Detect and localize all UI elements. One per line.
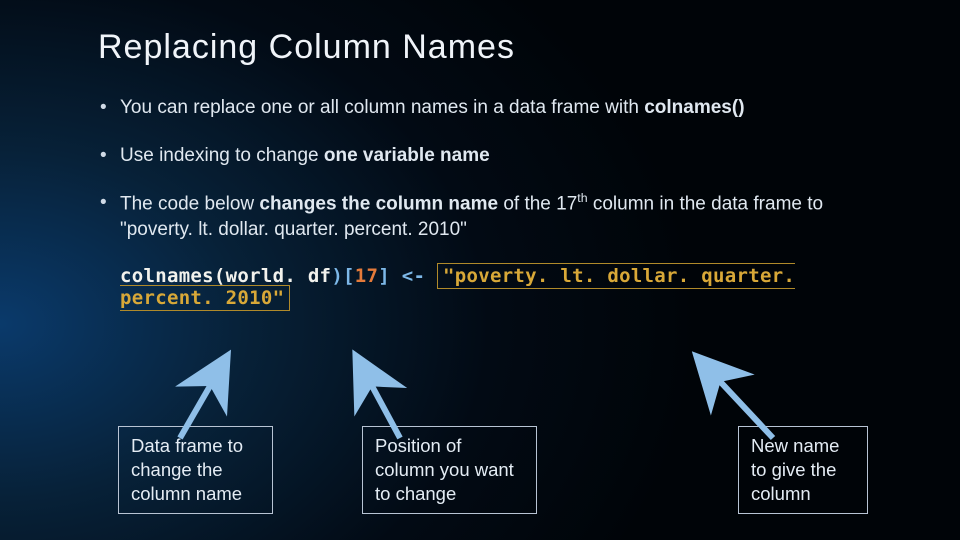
bullet-2: Use indexing to change one variable name bbox=[98, 143, 900, 169]
code-number: 17 bbox=[355, 265, 378, 287]
bullet-3-sup: th bbox=[577, 191, 587, 205]
label-data-frame: Data frame to change the column name bbox=[118, 426, 273, 514]
bullet-2-text: Use indexing to change bbox=[120, 145, 324, 166]
bullet-3-bold: changes the column name bbox=[259, 194, 498, 215]
slide: Replacing Column Names You can replace o… bbox=[0, 0, 960, 540]
bullet-list: You can replace one or all column names … bbox=[98, 95, 900, 243]
code-lhs: colnames(world. df bbox=[120, 265, 331, 287]
bullet-2-bold: one variable name bbox=[324, 145, 490, 166]
code-operator: <- bbox=[390, 265, 437, 287]
bullet-1-bold: colnames() bbox=[644, 97, 744, 118]
label-new-name: New name to give the column bbox=[738, 426, 868, 514]
code-index-open: )[ bbox=[331, 265, 354, 287]
code-index-close: ] bbox=[378, 265, 390, 287]
bullet-3: The code below changes the column name o… bbox=[98, 190, 900, 243]
bullet-3-pre: The code below bbox=[120, 194, 259, 215]
slide-title: Replacing Column Names bbox=[98, 28, 900, 67]
bullet-1-text: You can replace one or all column names … bbox=[120, 97, 644, 118]
label-position: Position of column you want to change bbox=[362, 426, 537, 514]
bullet-1: You can replace one or all column names … bbox=[98, 95, 900, 121]
code-example: colnames(world. df)[17] <- "poverty. lt.… bbox=[120, 265, 900, 309]
bullet-3-mid: of the 17 bbox=[498, 194, 577, 215]
